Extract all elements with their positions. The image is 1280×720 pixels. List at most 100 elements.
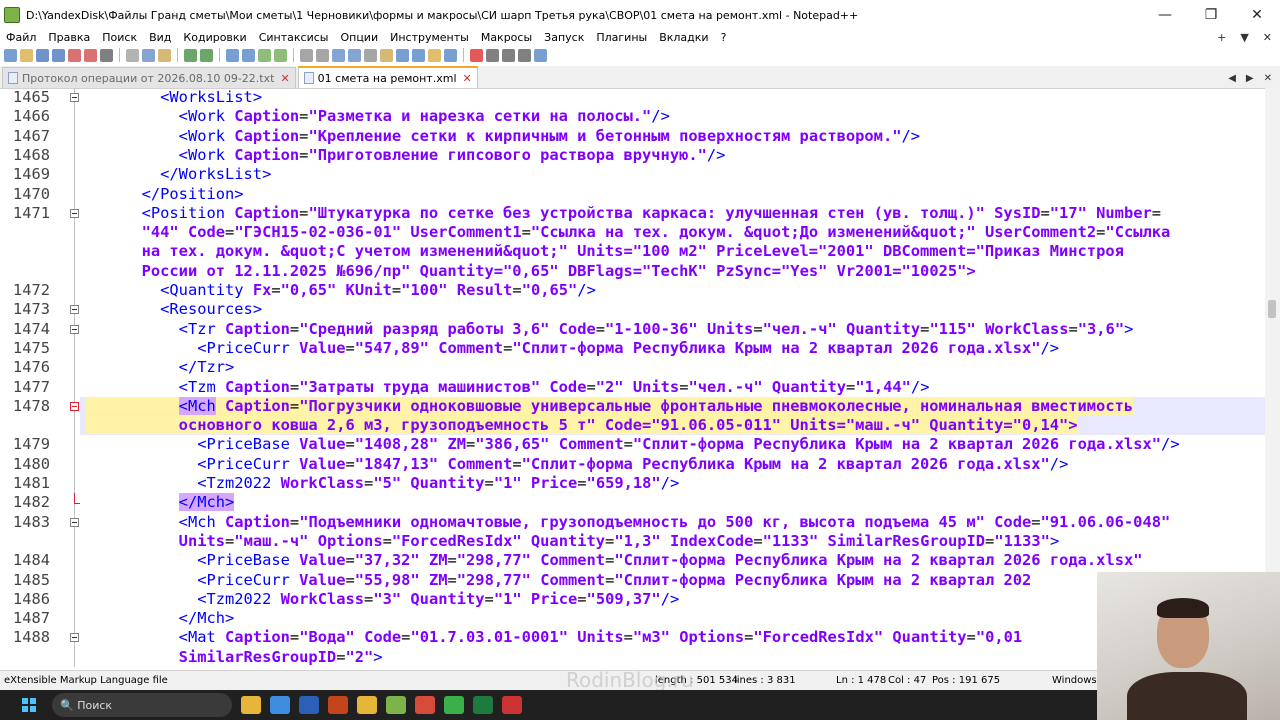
monitor-icon[interactable]: [444, 48, 457, 62]
find-icon[interactable]: [226, 48, 239, 62]
function-list-icon[interactable]: [412, 48, 425, 62]
code-line[interactable]: 1470 </Position>: [0, 185, 1265, 204]
chrome-icon[interactable]: [270, 696, 290, 714]
powerpoint-icon[interactable]: [328, 696, 348, 714]
file-explorer-icon[interactable]: [241, 696, 261, 714]
fold-toggle-icon[interactable]: [70, 324, 79, 334]
fold-toggle-icon[interactable]: [70, 633, 79, 643]
play-icon[interactable]: [502, 48, 515, 62]
udl-icon[interactable]: [380, 48, 393, 62]
menu-item-2[interactable]: Поиск: [96, 31, 143, 44]
menu-item-1[interactable]: Правка: [42, 31, 96, 44]
tab-scroll-control-2[interactable]: ✕: [1264, 73, 1272, 84]
taskbar-search[interactable]: 🔍 Поиск: [52, 693, 232, 717]
app-icon[interactable]: [444, 696, 464, 714]
code-line[interactable]: 1475 <PriceCurr Value="547,89" Comment="…: [0, 339, 1265, 358]
close-all-icon[interactable]: [84, 48, 97, 62]
code-line[interactable]: 1485 <PriceCurr Value="55,98" ZM="298,77…: [0, 571, 1265, 590]
menu-item-6[interactable]: Опции: [334, 31, 384, 44]
open-file-icon[interactable]: [20, 48, 33, 62]
menu-item-8[interactable]: Макросы: [475, 31, 538, 44]
replace-icon[interactable]: [242, 48, 255, 62]
tab-close-icon[interactable]: ✕: [280, 72, 289, 85]
code-line[interactable]: 1481 <Tzm2022 WorkClass="5" Quantity="1"…: [0, 474, 1265, 493]
code-line[interactable]: на тех. докум. &quot;С учетом изменений&…: [0, 242, 1265, 261]
paste-icon[interactable]: [158, 48, 171, 62]
code-line[interactable]: 1488 <Mat Caption="Вода" Code="01.7.03.0…: [0, 628, 1265, 647]
code-line[interactable]: 1466 <Work Caption="Разметка и нарезка с…: [0, 107, 1265, 126]
tab-scroll-control-1[interactable]: ▶: [1246, 73, 1254, 84]
close-button[interactable]: ✕: [1234, 0, 1280, 30]
tab-scroll-control-0[interactable]: ◀: [1228, 73, 1236, 84]
code-line[interactable]: 1482 </Mch>: [0, 493, 1265, 512]
menu-item-5[interactable]: Синтаксисы: [253, 31, 335, 44]
undo-icon[interactable]: [184, 48, 197, 62]
record-icon[interactable]: [470, 48, 483, 62]
menu-right-control-2[interactable]: ✕: [1263, 31, 1272, 44]
menu-item-9[interactable]: Запуск: [538, 31, 590, 44]
zoom-in-icon[interactable]: [258, 48, 271, 62]
code-line[interactable]: России от 12.11.2025 №696/пр" Quantity="…: [0, 262, 1265, 281]
sync-h-icon[interactable]: [316, 48, 329, 62]
scrollbar-thumb[interactable]: [1268, 300, 1276, 318]
code-line[interactable]: Units="маш.-ч" Options="ForcedResIdx" Qu…: [0, 532, 1265, 551]
print-icon[interactable]: [100, 48, 113, 62]
code-line[interactable]: 1484 <PriceBase Value="37,32" ZM="298,77…: [0, 551, 1265, 570]
show-all-chars-icon[interactable]: [348, 48, 361, 62]
zoom-out-icon[interactable]: [274, 48, 287, 62]
sync-v-icon[interactable]: [300, 48, 313, 62]
doc-map-icon[interactable]: [396, 48, 409, 62]
app-icon[interactable]: [502, 696, 522, 714]
fold-toggle-icon[interactable]: [70, 208, 79, 218]
excel-icon[interactable]: [473, 696, 493, 714]
save-icon[interactable]: [36, 48, 49, 62]
code-line[interactable]: 1465 <WorksList>: [0, 88, 1265, 107]
menu-right-control-1[interactable]: ▼: [1240, 31, 1248, 44]
menu-right-control-0[interactable]: +: [1217, 31, 1226, 44]
folder-workspace-icon[interactable]: [428, 48, 441, 62]
code-line[interactable]: 1472 <Quantity Fx="0,65" KUnit="100" Res…: [0, 281, 1265, 300]
menu-item-3[interactable]: Вид: [143, 31, 177, 44]
code-line[interactable]: 1479 <PriceBase Value="1408,28" ZM="386,…: [0, 435, 1265, 454]
menu-item-12[interactable]: ?: [715, 31, 733, 44]
code-line[interactable]: 1478 <Mch Caption="Погрузчики одноковшов…: [0, 396, 1265, 417]
code-line[interactable]: SimilarResGroupID="2">: [0, 648, 1265, 667]
fold-toggle-icon[interactable]: [70, 401, 79, 411]
play-multi-icon[interactable]: [518, 48, 531, 62]
tab-close-icon[interactable]: ✕: [463, 72, 472, 85]
code-editor[interactable]: 1465 <WorksList> 1466 <Work Caption="Разм…: [0, 88, 1280, 668]
fold-toggle-icon[interactable]: [70, 517, 79, 527]
status-eol[interactable]: Windows: [1052, 675, 1097, 686]
app-icon[interactable]: [415, 696, 435, 714]
notepadpp-icon[interactable]: [386, 696, 406, 714]
fold-toggle-icon[interactable]: [70, 93, 79, 102]
windows-start-icon[interactable]: [22, 698, 36, 712]
code-line[interactable]: 1469 </WorksList>: [0, 165, 1265, 184]
menu-item-0[interactable]: Файл: [0, 31, 42, 44]
redo-icon[interactable]: [200, 48, 213, 62]
word-wrap-icon[interactable]: [332, 48, 345, 62]
close-icon[interactable]: [68, 48, 81, 62]
code-line[interactable]: основного ковша 2,6 м3, грузоподъемность…: [0, 416, 1265, 436]
code-line[interactable]: 1471 <Position Caption="Штукатурка по се…: [0, 204, 1265, 223]
code-line[interactable]: 1487 </Mch>: [0, 609, 1265, 628]
folder-icon[interactable]: [357, 696, 377, 714]
code-line[interactable]: 1476 </Tzr>: [0, 358, 1265, 377]
menu-item-4[interactable]: Кодировки: [177, 31, 252, 44]
menu-item-11[interactable]: Вкладки: [653, 31, 714, 44]
stop-icon[interactable]: [486, 48, 499, 62]
minimize-button[interactable]: —: [1142, 0, 1188, 30]
menu-item-7[interactable]: Инструменты: [384, 31, 475, 44]
code-line[interactable]: 1468 <Work Caption="Приготовление гипсов…: [0, 146, 1265, 165]
code-line[interactable]: 1473 <Resources>: [0, 300, 1265, 319]
tab-1[interactable]: 01 смета на ремонт.xml ✕: [297, 66, 478, 88]
word-icon[interactable]: [299, 696, 319, 714]
menu-item-10[interactable]: Плагины: [590, 31, 653, 44]
code-line[interactable]: 1483 <Mch Caption="Подъемники одномачтов…: [0, 513, 1265, 532]
indent-guide-icon[interactable]: [364, 48, 377, 62]
code-line[interactable]: 1467 <Work Caption="Крепление сетки к ки…: [0, 127, 1265, 146]
copy-icon[interactable]: [142, 48, 155, 62]
maximize-button[interactable]: ❐: [1188, 0, 1234, 30]
code-line[interactable]: 1474 <Tzr Caption="Средний разряд работы…: [0, 320, 1265, 339]
save-all-icon[interactable]: [52, 48, 65, 62]
